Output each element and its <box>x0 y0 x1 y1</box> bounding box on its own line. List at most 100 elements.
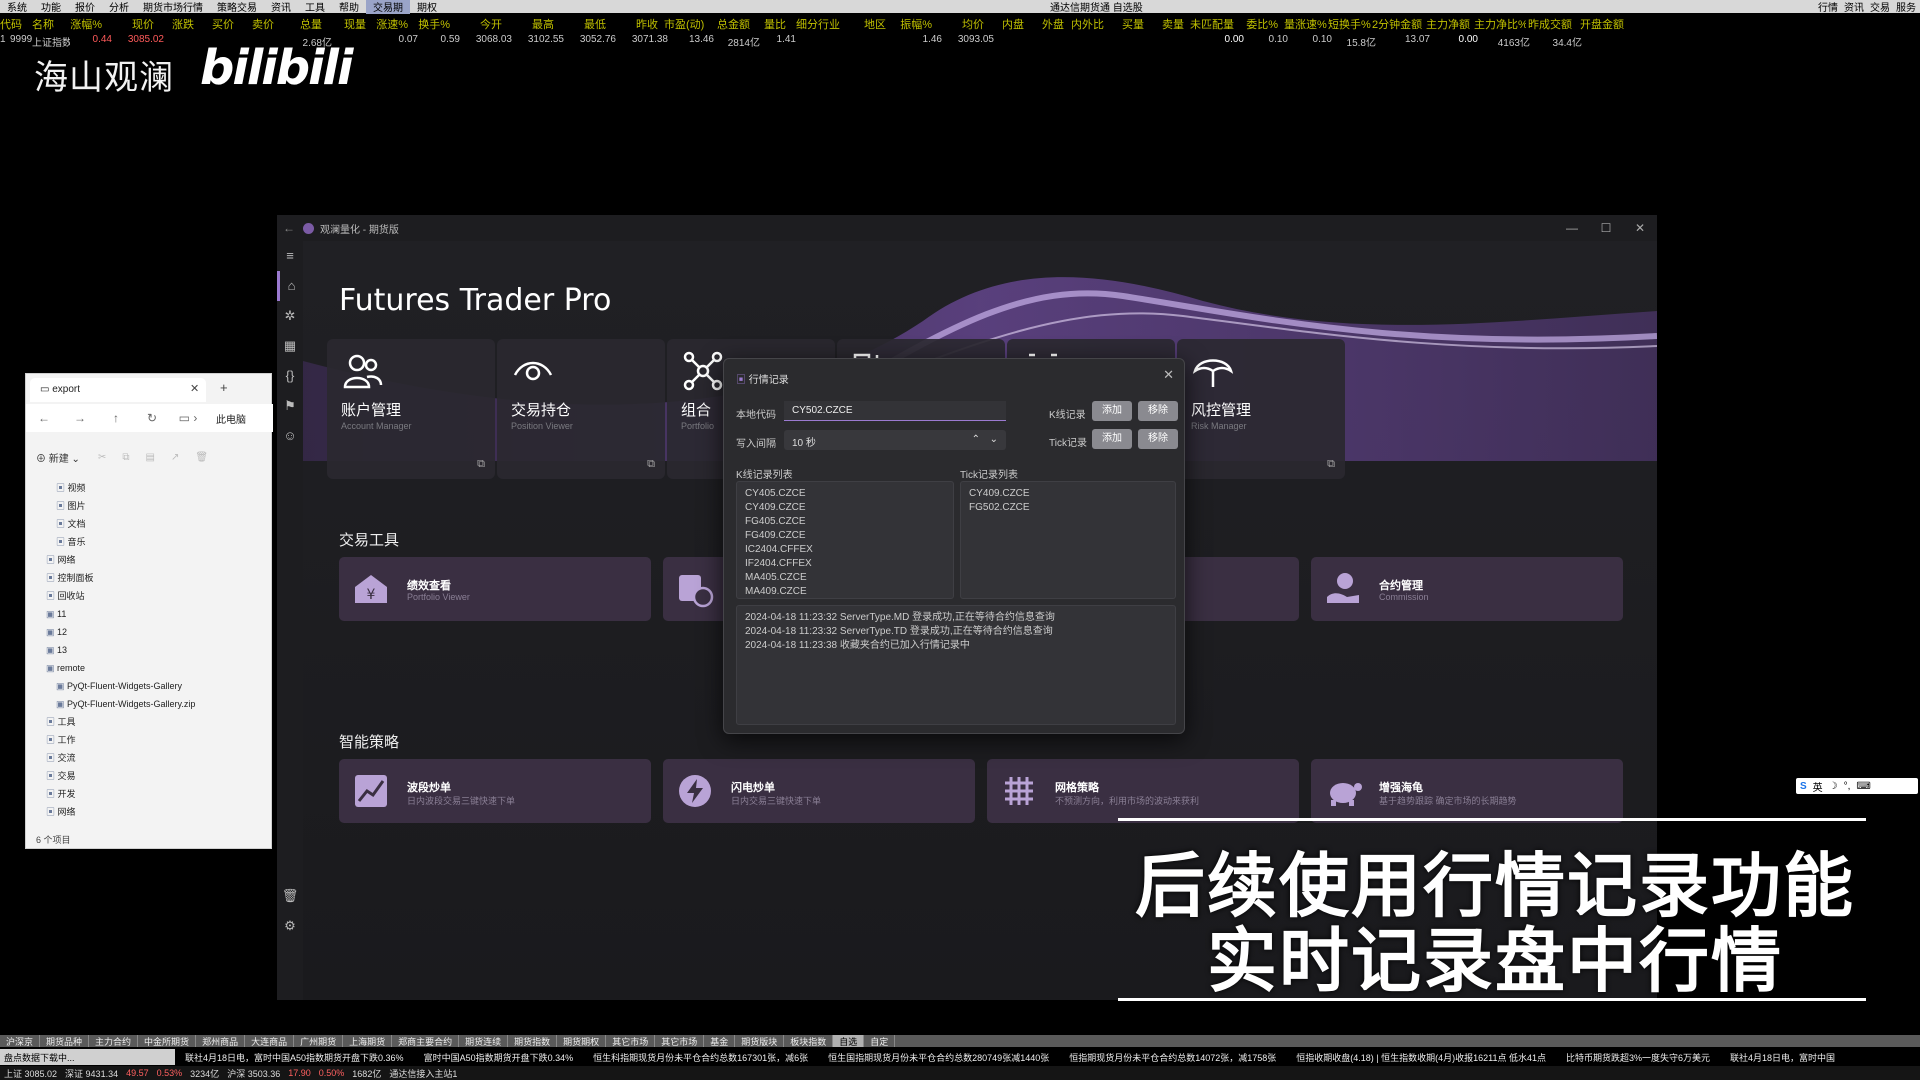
close-tab-icon[interactable]: ✕ <box>190 382 199 395</box>
terminal-menu-item[interactable]: 期货市场行情 <box>136 0 210 14</box>
market-tab[interactable]: 期货期权 <box>557 1035 607 1047</box>
back-icon[interactable]: ← <box>26 411 62 425</box>
news-item[interactable]: 恒指收期收盘(4.18) | 恒生指数收期(4月)收报16211点 低水41点 <box>1286 1049 1556 1065</box>
tick-add-button[interactable]: 添加 <box>1092 429 1132 449</box>
refresh-icon[interactable]: ↻ <box>134 411 170 425</box>
terminal-right-menu-item[interactable]: 服务 <box>1896 0 1916 14</box>
terminal-menu-item[interactable]: 资讯 <box>264 0 298 14</box>
market-tab[interactable]: 上海期货 <box>343 1035 393 1047</box>
market-tab[interactable]: 板块指数 <box>784 1035 834 1047</box>
tick-remove-button[interactable]: 移除 <box>1138 429 1178 449</box>
new-tab-icon[interactable]: + <box>220 380 228 395</box>
terminal-menu-item[interactable]: 帮助 <box>332 0 366 14</box>
back-arrow-icon[interactable]: ← <box>283 221 295 235</box>
k-record-list[interactable]: CY405.CZCE CY409.CZCE FG405.CZCE FG409.CZCE… <box>736 481 954 599</box>
k-list-item[interactable]: IF2404.CFFEX <box>745 557 945 571</box>
tree-item[interactable]: ▣ 13 <box>26 641 273 659</box>
market-tab[interactable]: 自定 <box>864 1035 896 1047</box>
market-tab[interactable]: 其它市场 <box>606 1035 656 1047</box>
tree-item[interactable]: ▣ 回收站 <box>26 587 273 605</box>
k-list-item[interactable]: FG405.CZCE <box>745 515 945 529</box>
paste-icon[interactable]: ▤ <box>137 452 162 463</box>
strategy-lightning[interactable]: 闪电炒单 日内交易三键快速下单 <box>663 759 975 823</box>
tree-item[interactable]: ▣ remote <box>26 659 273 677</box>
tool-portfolio-viewer[interactable]: ¥ 绩效查看 Portfolio Viewer <box>339 557 651 621</box>
column-header[interactable]: 买价 <box>200 16 240 32</box>
tree-item[interactable]: ▣ 11 <box>26 605 273 623</box>
market-tab[interactable]: 期货版块 <box>735 1035 785 1047</box>
column-header[interactable]: 最高 <box>508 16 560 32</box>
column-header[interactable]: 地区 <box>846 16 892 32</box>
column-header[interactable]: 内盘 <box>990 16 1030 32</box>
k-list-item[interactable]: FG409.CZCE <box>745 529 945 543</box>
news-item[interactable]: 恒生国指期现货月份未平仓合约总数280749张减1440张 <box>818 1049 1059 1065</box>
copy-icon[interactable]: ⧉ <box>114 452 137 463</box>
ime-toolbar[interactable]: S 英 ☽ °, ⌨ <box>1796 778 1918 794</box>
column-header[interactable]: 均价 <box>938 16 990 32</box>
market-tab[interactable]: 广州期货 <box>294 1035 344 1047</box>
news-item[interactable]: 联社4月18日电，富时中国 <box>1720 1049 1845 1065</box>
column-header[interactable]: 主力净额 <box>1426 16 1474 32</box>
forward-icon[interactable]: → <box>62 411 98 425</box>
tree-item[interactable]: ▣ 开发 <box>26 785 273 803</box>
column-header[interactable]: 卖价 <box>240 16 280 32</box>
tree-item[interactable]: ▣ 网络 <box>26 551 273 569</box>
close-icon[interactable]: ✕ <box>1623 215 1657 241</box>
strategy-grid[interactable]: 网格策略 不预测方向，利用市场的波动来获利 <box>987 759 1299 823</box>
up-icon[interactable]: ↑ <box>98 411 134 425</box>
k-remove-button[interactable]: 移除 <box>1138 401 1178 421</box>
news-item[interactable]: 富时中国A50指数期货开盘下跌0.34% <box>414 1049 584 1065</box>
flag-icon[interactable]: ⚑ <box>277 391 303 421</box>
terminal-menu-item[interactable]: 功能 <box>34 0 68 14</box>
menu-icon[interactable]: ≡ <box>277 241 303 271</box>
market-tab[interactable]: 中金所期货 <box>138 1035 197 1047</box>
tree-item[interactable]: ▣ 交易 <box>26 767 273 785</box>
k-list-item[interactable]: MA405.CZCE <box>745 571 945 585</box>
column-header[interactable]: 未匹配量 <box>1190 16 1240 32</box>
trash-icon[interactable]: 🗑 <box>277 881 303 911</box>
column-header[interactable]: 涨速% <box>372 16 414 32</box>
column-header[interactable]: 量比 <box>756 16 792 32</box>
strategy-swing[interactable]: 波段炒单 日内波段交易三键快速下单 <box>339 759 651 823</box>
interval-select[interactable]: 10 秒 ⌃ ⌄ <box>784 430 1006 450</box>
market-tab[interactable]: 大连商品 <box>245 1035 295 1047</box>
market-tab[interactable]: 期货品种 <box>40 1035 90 1047</box>
terminal-menu-item[interactable]: 期权 <box>410 0 444 14</box>
column-header[interactable]: 2分钟金额 <box>1372 16 1426 32</box>
column-header[interactable]: 现价 <box>108 16 160 32</box>
spin-down-icon[interactable]: ⌄ <box>990 434 998 445</box>
terminal-right-menu-item[interactable]: 行情 <box>1818 0 1838 14</box>
share-icon[interactable]: ↗ <box>163 452 187 463</box>
terminal-menu-item[interactable]: 分析 <box>102 0 136 14</box>
tick-record-list[interactable]: CY409.CZCE FG502.CZCE <box>960 481 1176 599</box>
column-header[interactable]: 短换手% <box>1328 16 1372 32</box>
column-header[interactable]: 涨幅% <box>60 16 108 32</box>
gear-icon[interactable]: ⚙ <box>277 911 303 941</box>
column-header[interactable]: 总金额 <box>710 16 756 32</box>
k-list-item[interactable]: MA409.CZCE <box>745 585 945 598</box>
tick-list-item[interactable]: CY409.CZCE <box>969 487 1167 501</box>
column-header[interactable]: 买量 <box>1110 16 1150 32</box>
news-item[interactable]: 联社4月18日电，富时中国A50指数期货开盘下跌0.36% <box>175 1049 414 1065</box>
column-header[interactable]: 换手% <box>414 16 456 32</box>
tree-item[interactable]: ▣ PyQt-Fluent-Widgets-Gallery.zip <box>26 695 273 713</box>
tick-list-item[interactable]: FG502.CZCE <box>969 501 1167 515</box>
column-header[interactable]: 涨跌 <box>160 16 200 32</box>
address-bar[interactable]: 此电脑 <box>216 411 246 426</box>
market-tab[interactable]: 其它市场 <box>655 1035 705 1047</box>
column-header[interactable]: 昨成交额 <box>1526 16 1578 32</box>
news-item[interactable]: 恒指期现货月份未平仓合约总数14072张，减1758张 <box>1059 1049 1286 1065</box>
column-header[interactable]: 振幅% <box>892 16 938 32</box>
minimize-icon[interactable]: — <box>1555 215 1589 241</box>
tree-item[interactable]: ▣ 图片 <box>26 497 273 515</box>
market-tab[interactable]: 郑商主要合约 <box>392 1035 460 1047</box>
column-header[interactable]: 卖量 <box>1150 16 1190 32</box>
column-header[interactable]: 现量 <box>328 16 372 32</box>
tree-item[interactable]: ▣ 文档 <box>26 515 273 533</box>
tree-item[interactable]: ▣ 音乐 <box>26 533 273 551</box>
card-position-viewer[interactable]: 交易持仓 Position Viewer ⧉ <box>497 339 665 479</box>
market-tab[interactable]: 基金 <box>704 1035 736 1047</box>
market-tab[interactable]: 郑州商品 <box>196 1035 246 1047</box>
dialog-close-icon[interactable]: ✕ <box>1163 367 1174 383</box>
column-header[interactable]: 今开 <box>456 16 508 32</box>
